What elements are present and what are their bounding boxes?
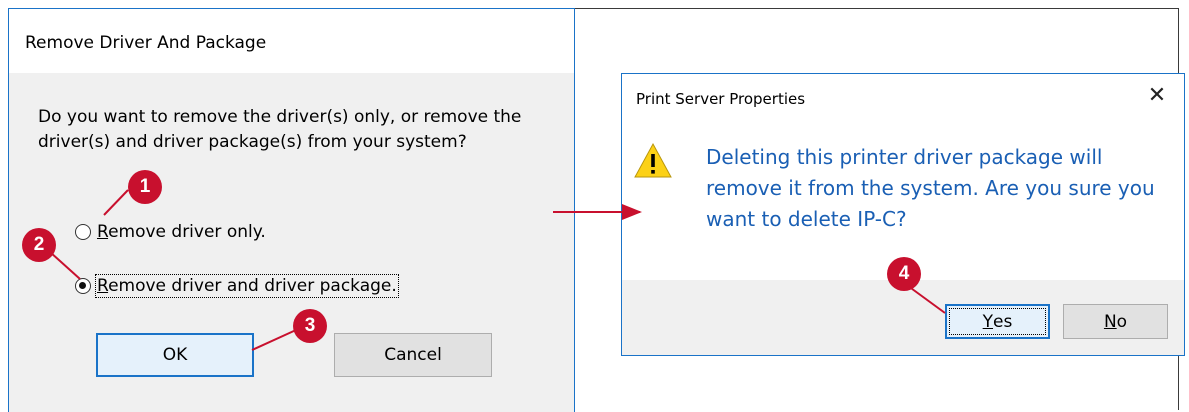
yes-button[interactable]: Yes	[945, 304, 1050, 339]
dialog-question: Do you want to remove the driver(s) only…	[38, 107, 522, 152]
radio-remove-driver-and-package[interactable]: Remove driver and driver package.	[75, 274, 399, 298]
no-button[interactable]: No	[1063, 304, 1168, 339]
callout-3: 3	[293, 309, 327, 343]
callout-1: 1	[128, 170, 162, 204]
callout-2: 2	[22, 228, 56, 262]
radio-button-unchecked[interactable]	[75, 224, 91, 240]
callout-4: 4	[887, 257, 921, 291]
print-server-properties-dialog: Print Server Properties ✕ Deleting this …	[621, 73, 1185, 356]
radio-button-checked[interactable]	[75, 278, 91, 294]
dialog-title: Remove Driver And Package	[25, 33, 267, 53]
warning-icon	[634, 142, 672, 178]
cancel-button[interactable]: Cancel	[334, 333, 492, 377]
radio-label-driver-and-package: Remove driver and driver package.	[95, 274, 399, 298]
confirm-message: Deleting this printer driver package wil…	[706, 145, 1155, 231]
close-icon[interactable]: ✕	[1144, 82, 1170, 108]
dialog-title-bar: Remove Driver And Package	[9, 9, 574, 73]
radio-remove-driver-only[interactable]: Remove driver only.	[75, 222, 266, 242]
dialog-button-area: Yes No	[622, 280, 1184, 355]
dialog-title: Print Server Properties	[636, 90, 806, 108]
remove-driver-dialog: Remove Driver And Package Do you want to…	[8, 8, 575, 412]
ok-button[interactable]: OK	[96, 333, 254, 377]
radio-label-driver-only: Remove driver only.	[97, 222, 266, 242]
